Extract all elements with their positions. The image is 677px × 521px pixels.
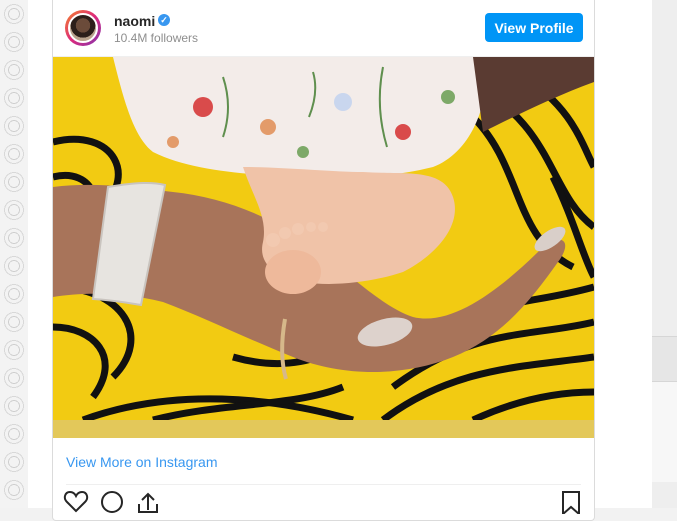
verified-badge-icon: ✓ bbox=[158, 14, 170, 26]
share-icon[interactable] bbox=[135, 490, 161, 519]
follower-count: 10.4M followers bbox=[114, 31, 199, 45]
view-profile-button[interactable]: View Profile bbox=[485, 13, 583, 42]
post-header: naomi ✓ 10.4M followers View Profile bbox=[53, 0, 594, 57]
avatar[interactable] bbox=[65, 10, 101, 46]
post-image[interactable] bbox=[53, 57, 594, 420]
background-pattern bbox=[0, 0, 28, 508]
instagram-embed-card: naomi ✓ 10.4M followers View Profile Vie… bbox=[52, 0, 595, 521]
heart-icon[interactable] bbox=[63, 490, 89, 519]
sidebar-panel bbox=[652, 336, 677, 382]
right-sidebar bbox=[652, 0, 677, 508]
sidebar-panel bbox=[652, 382, 677, 482]
image-footer-strip bbox=[53, 420, 594, 438]
divider bbox=[66, 484, 581, 485]
comment-icon[interactable] bbox=[99, 490, 125, 519]
view-more-link[interactable]: View More on Instagram bbox=[66, 454, 217, 470]
bookmark-icon[interactable] bbox=[560, 490, 582, 519]
username[interactable]: naomi bbox=[114, 13, 155, 29]
